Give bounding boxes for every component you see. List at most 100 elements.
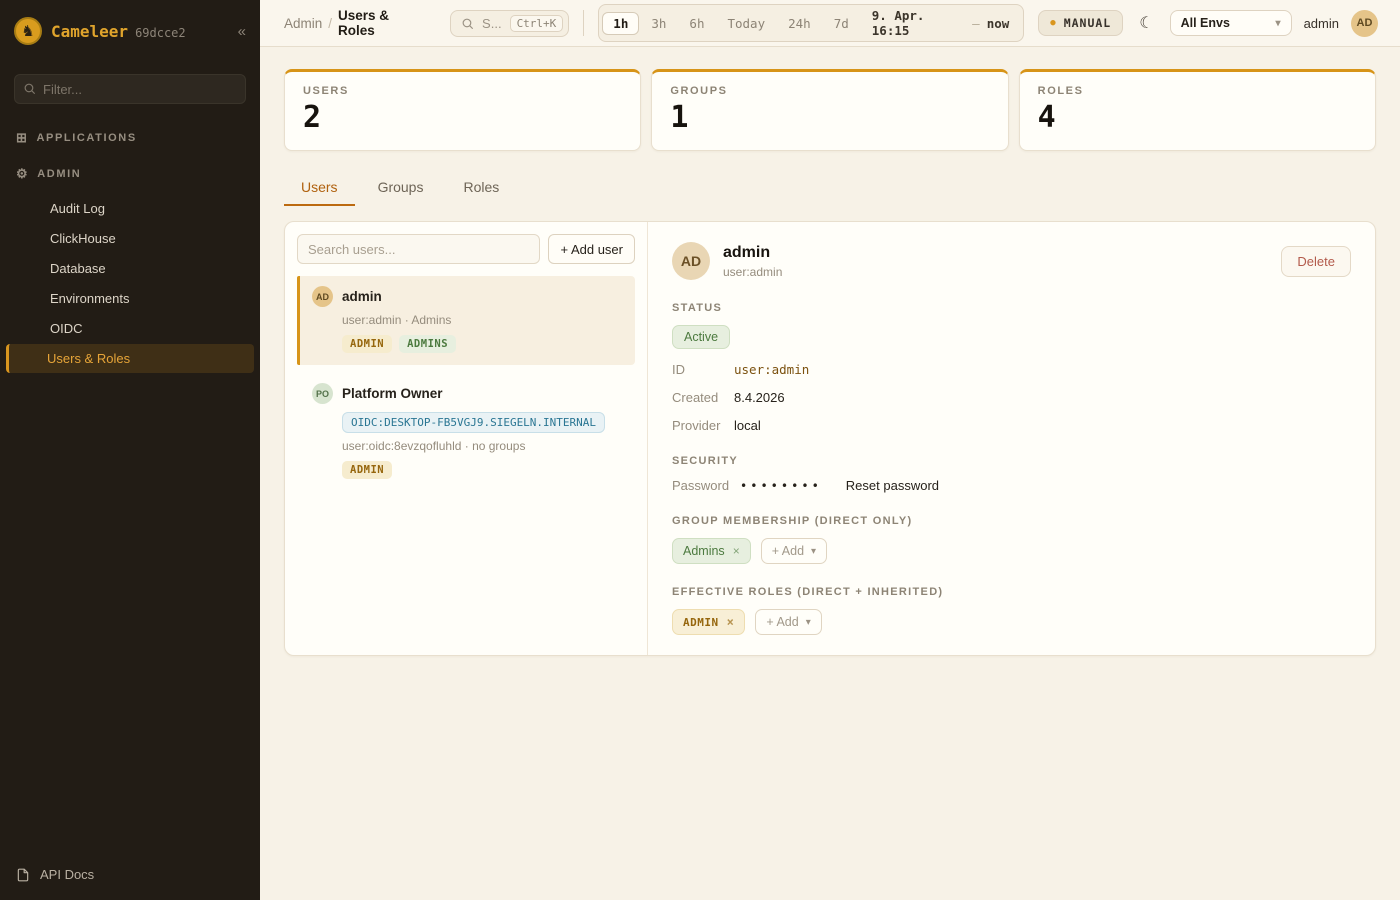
refresh-mode-toggle[interactable]: ● MANUAL xyxy=(1038,10,1123,36)
time-range-control: 1h 3h 6h Today 24h 7d 9. Apr. 16:15 — no… xyxy=(598,4,1024,42)
section-label-roles: EFFECTIVE ROLES (DIRECT + INHERITED) xyxy=(672,586,1351,598)
status-dot-icon: ● xyxy=(1050,18,1056,28)
stat-value: 1 xyxy=(670,100,989,135)
section-label-groups: GROUP MEMBERSHIP (DIRECT ONLY) xyxy=(672,515,1351,527)
sidebar: ♞ Cameleer 69dcce2 « ⊞ APPLICATIONS ⚙ AD… xyxy=(0,0,260,900)
user-avatar[interactable]: AD xyxy=(1351,10,1378,37)
environment-select[interactable]: All Envs ▾ xyxy=(1170,10,1292,36)
time-range-display: 9. Apr. 16:15 — now xyxy=(861,8,1021,38)
search-icon xyxy=(461,17,474,30)
user-list-pane: + Add user AD admin user:admin · Admins … xyxy=(285,222,648,655)
refresh-mode-label: MANUAL xyxy=(1064,16,1112,30)
delete-user-button[interactable]: Delete xyxy=(1281,246,1351,277)
user-item-meta: user:oidc:8evzqofluhld · no groups xyxy=(342,439,623,453)
time-range-start[interactable]: 9. Apr. 16:15 xyxy=(872,8,965,38)
breadcrumb-admin[interactable]: Admin xyxy=(284,16,322,31)
tab-users[interactable]: Users xyxy=(284,171,355,206)
sidebar-item-database[interactable]: Database xyxy=(6,254,254,283)
user-item-name: admin xyxy=(342,289,382,304)
field-key: Created xyxy=(672,390,734,405)
role-chips-row: ADMIN × + Add ▾ xyxy=(672,609,1351,635)
stat-value: 4 xyxy=(1038,100,1357,135)
sidebar-collapse-button[interactable]: « xyxy=(238,23,246,40)
users-panel: + Add user AD admin user:admin · Admins … xyxy=(284,221,1376,656)
time-button-24h[interactable]: 24h xyxy=(777,12,822,35)
add-role-button[interactable]: + Add ▾ xyxy=(755,609,821,635)
stat-label: GROUPS xyxy=(670,85,989,97)
environment-selected-value: All Envs xyxy=(1181,16,1230,30)
sidebar-item-clickhouse[interactable]: ClickHouse xyxy=(6,224,254,253)
stat-label: ROLES xyxy=(1038,85,1357,97)
sidebar-item-environments[interactable]: Environments xyxy=(6,284,254,313)
user-search-input[interactable] xyxy=(297,234,540,264)
logo-icon: ♞ xyxy=(14,17,42,45)
current-username: admin xyxy=(1304,16,1339,31)
dark-mode-toggle[interactable]: ☾ xyxy=(1135,11,1157,35)
field-row-id: ID user:admin xyxy=(672,362,1351,377)
user-list-item-admin[interactable]: AD admin user:admin · Admins ADMIN ADMIN… xyxy=(297,276,635,365)
field-value-provider: local xyxy=(734,418,761,433)
main-area: Admin / Users & Roles S... Ctrl+K 1h 3h … xyxy=(260,0,1400,900)
group-chips-row: Admins × + Add ▾ xyxy=(672,538,1351,564)
sidebar-item-users-roles[interactable]: Users & Roles xyxy=(6,344,254,373)
time-range-end[interactable]: now xyxy=(987,16,1010,31)
time-button-today[interactable]: Today xyxy=(716,12,776,35)
field-row-created: Created 8.4.2026 xyxy=(672,390,1351,405)
user-list-header: + Add user xyxy=(297,234,635,264)
sidebar-item-oidc[interactable]: OIDC xyxy=(6,314,254,343)
status-badge: Active xyxy=(672,325,730,349)
user-list-item-platform-owner[interactable]: PO Platform Owner OIDC:DESKTOP-FB5VGJ9.S… xyxy=(297,373,635,491)
tab-roles[interactable]: Roles xyxy=(446,171,516,206)
sidebar-item-audit-log[interactable]: Audit Log xyxy=(6,194,254,223)
tab-groups[interactable]: Groups xyxy=(361,171,441,206)
time-button-3h[interactable]: 3h xyxy=(640,12,677,35)
collapse-icon: « xyxy=(238,23,246,40)
reset-password-link[interactable]: Reset password xyxy=(846,478,939,493)
stats-row: USERS 2 GROUPS 1 ROLES 4 xyxy=(284,69,1376,151)
tabs: Users Groups Roles xyxy=(284,171,1376,206)
detail-title: admin user:admin xyxy=(723,244,782,279)
search-icon xyxy=(23,82,36,95)
breadcrumb-current: Users & Roles xyxy=(338,8,428,38)
sidebar-section-admin[interactable]: ⚙ ADMIN xyxy=(0,156,260,192)
sidebar-filter-input[interactable] xyxy=(14,74,246,104)
sidebar-filter xyxy=(14,74,246,104)
role-badge-admin: ADMIN xyxy=(342,335,392,353)
field-key: ID xyxy=(672,362,734,377)
remove-icon[interactable]: × xyxy=(733,544,740,558)
breadcrumb-separator: / xyxy=(328,16,332,31)
oidc-issuer-badge: OIDC:DESKTOP-FB5VGJ9.SIEGELN.INTERNAL xyxy=(342,412,605,433)
sidebar-nav: Audit Log ClickHouse Database Environmen… xyxy=(0,194,260,373)
password-row: Password •••••••• Reset password xyxy=(672,478,1351,493)
stat-value: 2 xyxy=(303,100,622,135)
detail-avatar: AD xyxy=(672,242,710,280)
avatar: PO xyxy=(312,383,333,404)
build-hash: 69dcce2 xyxy=(135,26,186,40)
password-mask: •••••••• xyxy=(740,479,822,493)
role-badge-admin: ADMIN xyxy=(342,461,392,479)
group-badge-admins: ADMINS xyxy=(399,335,456,353)
topbar-right: ● MANUAL ☾ All Envs ▾ admin AD xyxy=(1038,10,1378,37)
stat-label: USERS xyxy=(303,85,622,97)
user-item-badges: ADMIN xyxy=(342,461,623,479)
api-docs-link[interactable]: API Docs xyxy=(0,849,260,900)
add-user-button[interactable]: + Add user xyxy=(548,234,635,264)
global-search-button[interactable]: S... Ctrl+K xyxy=(450,10,569,37)
add-group-label: + Add xyxy=(772,544,804,558)
group-chip-label: Admins xyxy=(683,544,725,558)
chevron-down-icon: ▾ xyxy=(811,546,816,557)
stat-card-groups: GROUPS 1 xyxy=(651,69,1008,151)
time-button-1h[interactable]: 1h xyxy=(602,12,639,35)
time-range-separator: — xyxy=(972,16,980,31)
remove-icon[interactable]: × xyxy=(727,615,735,629)
section-label-status: STATUS xyxy=(672,302,1351,314)
document-icon xyxy=(16,868,30,882)
role-chip-label: ADMIN xyxy=(683,616,719,629)
time-button-7d[interactable]: 7d xyxy=(823,12,860,35)
time-button-6h[interactable]: 6h xyxy=(678,12,715,35)
add-group-button[interactable]: + Add ▾ xyxy=(761,538,827,564)
detail-user-name: admin xyxy=(723,244,782,262)
detail-user-id: user:admin xyxy=(723,265,782,279)
sidebar-section-applications[interactable]: ⊞ APPLICATIONS xyxy=(0,120,260,156)
user-item-header: AD admin xyxy=(312,286,623,307)
